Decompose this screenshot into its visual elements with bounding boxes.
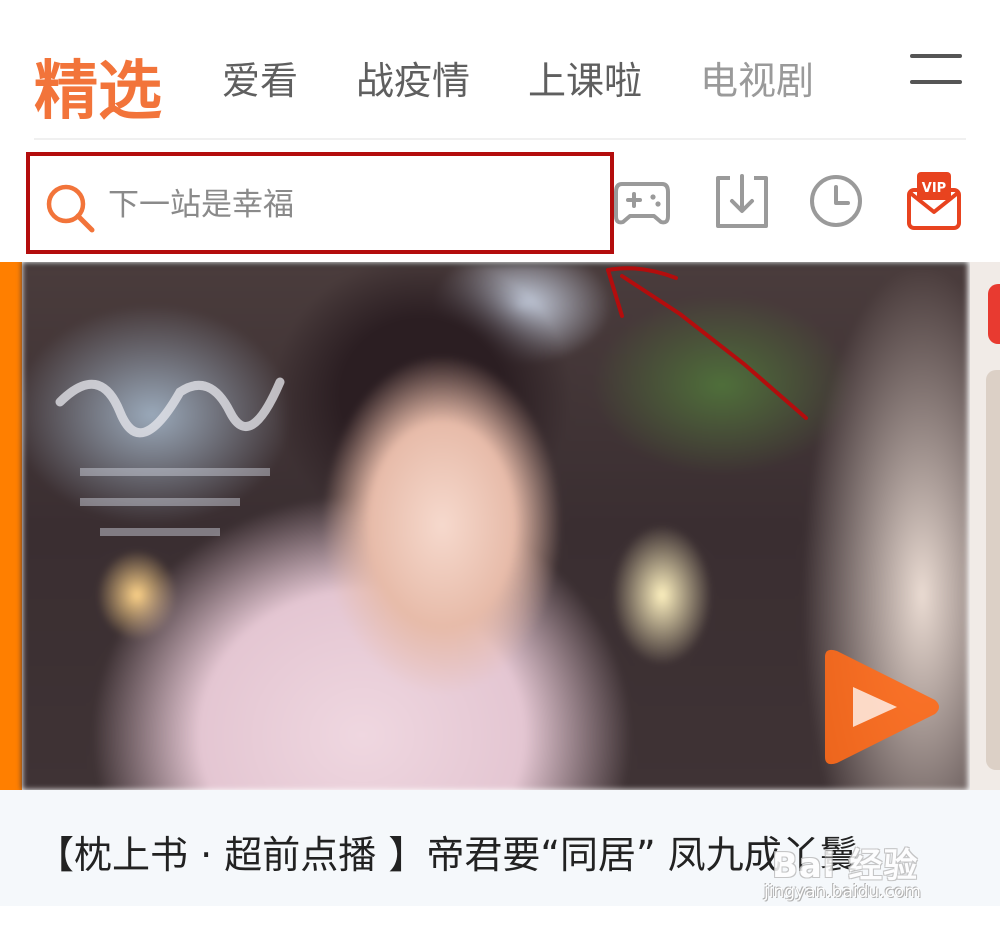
calligraphy-title-logo bbox=[55, 377, 285, 536]
search-icon bbox=[46, 184, 95, 233]
history-clock-icon[interactable] bbox=[806, 170, 866, 232]
banner-caption-bar[interactable]: 【枕上书 · 超前点播 】帝君要“同居” 凤九成丫鬟 bbox=[0, 790, 1000, 906]
gamepad-icon[interactable] bbox=[612, 170, 672, 232]
banner-carousel[interactable] bbox=[0, 262, 1000, 790]
download-icon[interactable] bbox=[712, 170, 772, 232]
search-bar[interactable] bbox=[26, 152, 614, 254]
tab-tv-series[interactable]: 电视剧 bbox=[700, 50, 814, 105]
tab-aikan[interactable]: 爱看 bbox=[222, 50, 298, 105]
next-slide-peek[interactable] bbox=[970, 262, 1000, 790]
previous-slide-peek[interactable] bbox=[0, 262, 22, 790]
vip-icon[interactable]: VIP bbox=[904, 168, 964, 232]
menu-icon[interactable] bbox=[910, 50, 962, 90]
category-tab-bar: 精选 爱看 战疫情 上课啦 电视剧 bbox=[0, 0, 1000, 140]
vip-label: VIP bbox=[922, 181, 946, 196]
tab-divider bbox=[34, 138, 966, 140]
tab-featured[interactable]: 精选 bbox=[34, 40, 162, 132]
tencent-video-logo-icon bbox=[825, 649, 939, 765]
tab-class[interactable]: 上课啦 bbox=[528, 50, 642, 105]
banner-caption: 【枕上书 · 超前点播 】帝君要“同居” 凤九成丫鬟 bbox=[36, 833, 858, 877]
search-input[interactable] bbox=[108, 182, 588, 228]
tab-epidemic[interactable]: 战疫情 bbox=[356, 50, 470, 105]
